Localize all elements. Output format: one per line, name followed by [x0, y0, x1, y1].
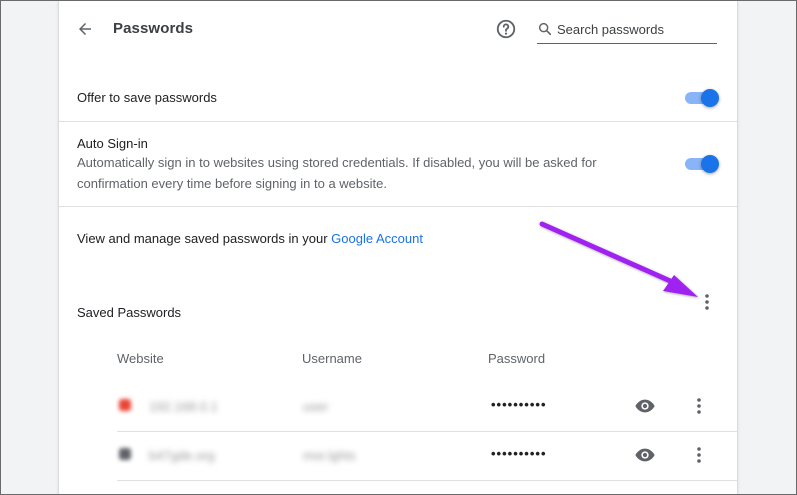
search-input[interactable] [557, 19, 715, 39]
google-account-link[interactable]: Google Account [331, 231, 423, 246]
username-value: user [303, 399, 329, 414]
saved-passwords-more-button[interactable] [699, 292, 715, 312]
more-vert-icon [705, 294, 709, 310]
row-divider [117, 480, 737, 481]
search-icon [538, 22, 552, 36]
website-value: b47gde.org [149, 448, 215, 463]
auto-signin-toggle[interactable] [685, 155, 719, 173]
divider [59, 121, 737, 122]
auto-signin-label: Auto Sign-in [77, 136, 148, 151]
password-value: •••••••••• [491, 446, 547, 461]
eye-icon [635, 448, 655, 462]
password-row: 192.168.0.1 user •••••••••• [117, 383, 717, 431]
divider [59, 206, 737, 207]
eye-icon [635, 399, 655, 413]
page-title: Passwords [113, 20, 194, 37]
offer-save-label: Offer to save passwords [77, 90, 217, 105]
site-favicon [119, 399, 131, 411]
back-arrow-icon [79, 23, 91, 35]
help-button[interactable] [495, 18, 517, 40]
password-value: •••••••••• [491, 397, 547, 412]
saved-passwords-title: Saved Passwords [77, 305, 182, 320]
column-header-username: Username [302, 351, 362, 366]
account-text-prefix: View and manage saved passwords in your [77, 231, 332, 246]
row-more-button[interactable] [693, 445, 705, 465]
password-row: b47gde.org mor.lghts •••••••••• [117, 432, 717, 480]
show-password-button[interactable] [634, 395, 656, 417]
header: Passwords [59, 1, 737, 57]
offer-save-toggle[interactable] [685, 89, 719, 107]
column-header-password: Password [488, 351, 546, 366]
window-frame: Passwords Offer to save passwords [0, 0, 797, 495]
passwords-card: Passwords Offer to save passwords [59, 1, 737, 494]
username-value: mor.lghts [303, 448, 356, 463]
more-vert-icon [697, 398, 701, 414]
website-value: 192.168.0.1 [149, 399, 218, 414]
auto-signin-description: Automatically sign in to websites using … [77, 155, 597, 191]
account-text: View and manage saved passwords in your … [77, 231, 423, 246]
toggle-knob [701, 89, 719, 107]
show-password-button[interactable] [634, 444, 656, 466]
toggle-knob [701, 155, 719, 173]
search-box [537, 19, 717, 44]
help-icon [496, 19, 516, 39]
column-header-website: Website [117, 351, 164, 366]
more-vert-icon [697, 447, 701, 463]
back-button[interactable] [73, 17, 97, 41]
row-more-button[interactable] [693, 396, 705, 416]
site-favicon [119, 448, 131, 460]
